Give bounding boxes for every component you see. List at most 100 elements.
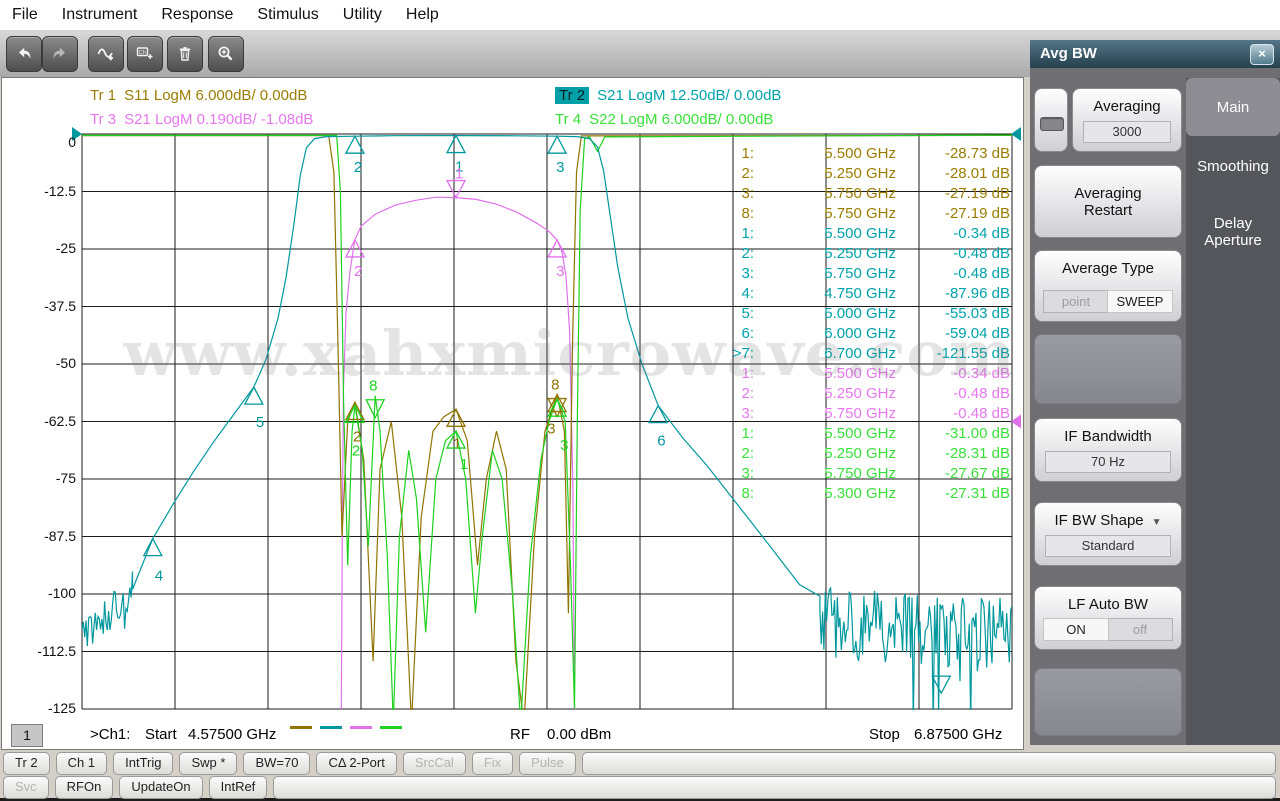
tab-smoothing[interactable]: Smoothing — [1186, 139, 1280, 193]
lf-auto-bw-button[interactable]: LF Auto BWONoff — [1034, 586, 1182, 650]
status-button-row-2: SvcRFOnUpdateOnIntRef — [0, 777, 1280, 801]
lf-auto-bw-option-on[interactable]: ON — [1043, 618, 1109, 641]
marker-number: 1: — [718, 424, 754, 444]
trace-label-tr1[interactable]: Tr 1 S11 LogM 6.000dB/ 0.00dB — [90, 87, 307, 104]
marker-number: >7: — [718, 344, 754, 364]
trace-label-tr3[interactable]: Tr 3 S21 LogM 0.190dB/ -1.08dB — [90, 111, 313, 128]
add-channel-icon[interactable]: Ch — [127, 36, 163, 72]
marker-number: 2: — [718, 164, 754, 184]
marker-readout-row-tr2: 4:4.750 GHz-87.96 dB — [718, 284, 1010, 304]
trace-format-tr1: S11 LogM 6.000dB/ 0.00dB — [124, 87, 307, 104]
marker-number: 5: — [718, 304, 754, 324]
add-trace-icon[interactable] — [88, 36, 124, 72]
marker-readout-row-tr2: >7:6.700 GHz-121.55 dB — [718, 344, 1010, 364]
trace-id-tr3[interactable]: Tr 3 — [90, 111, 116, 128]
status-button-ch-1[interactable]: Ch 1 — [56, 752, 107, 775]
trace-label-tr2[interactable]: Tr 2S21 LogM 12.50dB/ 0.00dB — [555, 87, 781, 104]
marker-number: 6: — [718, 324, 754, 344]
if-bw-shape-value: Standard — [1045, 535, 1171, 557]
y-axis-label--62.5: -62.5 — [6, 413, 76, 429]
averaging-restart-button[interactable]: Averaging Restart — [1034, 165, 1182, 238]
status-button-inttrig[interactable]: IntTrig — [113, 752, 173, 775]
marker-number: 1: — [718, 144, 754, 164]
status-button-rfon[interactable]: RFOn — [55, 776, 114, 799]
y-axis-label--112.5: -112.5 — [6, 643, 76, 659]
status-button-updateon[interactable]: UpdateOn — [119, 776, 202, 799]
marker-readout-table: 1:5.500 GHz-28.73 dB2:5.250 GHz-28.01 dB… — [718, 144, 1010, 504]
average-type-button[interactable]: Average Type pointSWEEP — [1034, 250, 1182, 322]
if-bw-shape-button[interactable]: IF BW Shape▼Standard — [1034, 502, 1182, 566]
marker-frequency: 5.750 GHz — [754, 184, 896, 204]
marker-frequency: 5.500 GHz — [754, 224, 896, 244]
marker-frequency: 5.250 GHz — [754, 244, 896, 264]
marker-1-label-tr3: 1 — [455, 166, 463, 183]
if-bandwidth-button[interactable]: IF Bandwidth70 Hz — [1034, 418, 1182, 482]
marker-6-label-tr2: 6 — [657, 433, 665, 450]
averaging-button[interactable]: Averaging3000 — [1072, 88, 1182, 152]
marker-2-label-tr3: 2 — [354, 263, 362, 280]
marker-frequency: 4.750 GHz — [754, 284, 896, 304]
trace-label-tr4[interactable]: Tr 4S22 LogM 6.000dB/ 0.00dB — [555, 111, 773, 128]
zoom-icon[interactable] — [208, 36, 244, 72]
trace-format-tr3: S21 LogM 0.190dB/ -1.08dB — [124, 111, 313, 128]
marker-frequency: 5.000 GHz — [754, 304, 896, 324]
status-button-blank — [273, 776, 1276, 799]
average-type-option-point[interactable]: point — [1044, 291, 1108, 312]
trace3-legend-dash — [350, 726, 372, 729]
marker-8-label-tr1: 8 — [551, 377, 559, 394]
menu-item-file[interactable]: File — [0, 1, 50, 29]
average-type-toggle: pointSWEEP — [1043, 290, 1173, 313]
menu-item-instrument[interactable]: Instrument — [50, 1, 150, 29]
menu-bar: FileInstrumentResponseStimulusUtilityHel… — [0, 0, 1280, 30]
close-icon[interactable]: × — [1250, 44, 1274, 65]
status-button-pulse: Pulse — [519, 752, 576, 775]
marker-readout-row-tr2: 1:5.500 GHz-0.34 dB — [718, 224, 1010, 244]
marker-frequency: 5.250 GHz — [754, 164, 896, 184]
trace4-legend-dash — [380, 726, 402, 729]
status-button-tr-2[interactable]: Tr 2 — [3, 752, 50, 775]
y-axis-label-0: 0 — [6, 134, 76, 150]
channel-tab[interactable]: 1 — [11, 724, 43, 747]
trace-id-tr2[interactable]: Tr 2 — [555, 87, 589, 104]
stop-value: 6.87500 GHz — [914, 726, 1002, 743]
marker-value: -0.48 dB — [896, 244, 1010, 264]
marker-frequency: 5.500 GHz — [754, 364, 896, 384]
averaging-toggle-button[interactable] — [1034, 88, 1068, 152]
menu-item-stimulus[interactable]: Stimulus — [245, 1, 330, 29]
marker-frequency: 5.500 GHz — [754, 144, 896, 164]
marker-readout-row-tr1: 8:5.750 GHz-27.19 dB — [718, 204, 1010, 224]
y-axis-label--87.5: -87.5 — [6, 528, 76, 544]
tab-delay-aperture[interactable]: Delay Aperture — [1186, 201, 1280, 263]
marker-frequency: 5.750 GHz — [754, 464, 896, 484]
status-button-swp-[interactable]: Swp * — [179, 752, 237, 775]
marker-number: 8: — [718, 204, 754, 224]
average-type-label: Average Type — [1035, 260, 1181, 277]
status-button-bw-70[interactable]: BW=70 — [243, 752, 310, 775]
menu-item-help[interactable]: Help — [394, 1, 451, 29]
trace-id-tr4[interactable]: Tr 4 — [555, 111, 581, 128]
tab-main[interactable]: Main — [1186, 78, 1280, 136]
lf-auto-bw-option-off[interactable]: off — [1108, 619, 1172, 640]
marker-readout-row-tr2: 6:6.000 GHz-59.04 dB — [718, 324, 1010, 344]
delete-trace-icon[interactable] — [167, 36, 203, 72]
marker-value: -28.31 dB — [896, 444, 1010, 464]
menu-item-response[interactable]: Response — [149, 1, 245, 29]
y-axis-label--25: -25 — [6, 240, 76, 256]
undo-icon[interactable] — [6, 36, 42, 72]
marker-value: -28.73 dB — [896, 144, 1010, 164]
menu-item-utility[interactable]: Utility — [331, 1, 394, 29]
marker-value: -27.31 dB — [896, 484, 1010, 504]
marker-frequency: 5.750 GHz — [754, 204, 896, 224]
marker-value: -27.19 dB — [896, 204, 1010, 224]
average-type-option-sweep[interactable]: SWEEP — [1107, 290, 1173, 313]
status-button-intref[interactable]: IntRef — [209, 776, 268, 799]
marker-value: -0.34 dB — [896, 364, 1010, 384]
trace-id-tr1[interactable]: Tr 1 — [90, 87, 116, 104]
stop-label: Stop — [869, 726, 900, 743]
marker-value: -0.34 dB — [896, 224, 1010, 244]
averaging-label: Averaging — [1073, 98, 1181, 115]
y-axis-label--100: -100 — [6, 585, 76, 601]
rf-label: RF — [510, 726, 530, 743]
status-button-c-2-port[interactable]: CΔ 2-Port — [316, 752, 396, 775]
marker-value: -0.48 dB — [896, 404, 1010, 424]
